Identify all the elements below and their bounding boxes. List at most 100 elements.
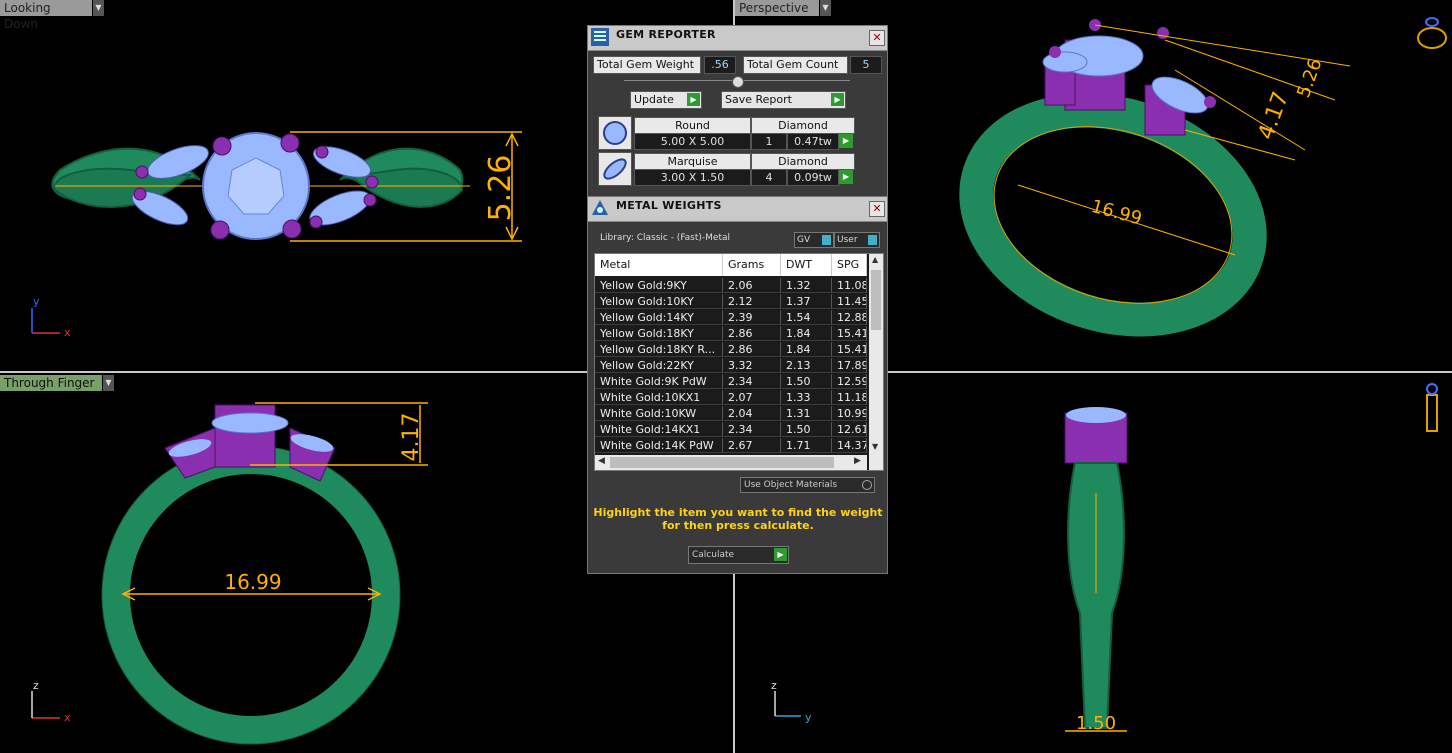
play-arrow-icon: ▶ xyxy=(831,93,844,106)
table-row[interactable]: Yellow Gold:9KY 2.06 1.32 11.08 xyxy=(595,278,867,294)
column-header-dwt[interactable]: DWT xyxy=(781,254,832,276)
metal-weights-title: METAL WEIGHTS xyxy=(616,199,722,212)
dimension-label: 5.26 xyxy=(483,155,518,222)
user-toggle-label: User xyxy=(837,235,858,245)
gem-row[interactable]: Round Diamond 5.00 X 5.00 1 0.47tw ▶ xyxy=(594,115,882,150)
column-header-grams[interactable]: Grams xyxy=(723,254,781,276)
dimension-label: 4.17 xyxy=(399,413,424,462)
scrollbar-thumb[interactable] xyxy=(871,270,881,330)
calculate-button[interactable]: Calculate ▶ xyxy=(688,546,789,564)
table-row[interactable]: Yellow Gold:18KY R... 2.86 1.84 15.41 xyxy=(595,342,867,358)
use-object-materials-label: Use Object Materials xyxy=(744,480,838,490)
ring-shank xyxy=(102,446,400,744)
update-button-label: Update xyxy=(634,93,674,106)
dimension-label: 1.50 xyxy=(1076,713,1116,734)
metal-weights-titlebar[interactable]: METAL WEIGHTS ✕ xyxy=(588,197,887,222)
table-row[interactable]: White Gold:10KX1 2.07 1.33 11.18 xyxy=(595,390,867,406)
user-toggle[interactable]: User xyxy=(834,232,880,248)
gem-weight: 0.09tw xyxy=(787,169,839,186)
table-cell-spg: 17.89 xyxy=(832,358,867,373)
gem-shape: Marquise xyxy=(634,153,751,170)
table-row[interactable]: White Gold:9K PdW 2.34 1.50 12.59 xyxy=(595,374,867,390)
play-arrow-icon[interactable]: ▶ xyxy=(839,170,853,184)
table-cell-grams: 2.86 xyxy=(723,326,781,341)
table-row[interactable]: White Gold:14K PdW 2.67 1.71 14.37 xyxy=(595,438,867,454)
table-cell-grams: 2.34 xyxy=(723,374,781,389)
update-button[interactable]: Update ▶ xyxy=(630,91,702,109)
table-cell-dwt: 1.33 xyxy=(781,390,832,405)
table-cell-dwt: 2.13 xyxy=(781,358,832,373)
table-cell-metal: White Gold:14KX1 xyxy=(595,422,723,437)
column-header-spg[interactable]: SPG xyxy=(832,254,867,276)
calculate-hint: Highlight the item you want to find the … xyxy=(588,506,888,532)
table-row[interactable]: Yellow Gold:22KY 3.32 2.13 17.89 xyxy=(595,358,867,374)
gem-reporter-titlebar[interactable]: GEM REPORTER ✕ xyxy=(588,26,887,51)
splitter-handle-icon[interactable] xyxy=(732,76,744,88)
round-center-gem xyxy=(1066,407,1126,423)
metal-table[interactable]: Metal Grams DWT SPG Yellow Gold:9KY 2.06 1… xyxy=(594,253,884,471)
dimension-label: 16.99 xyxy=(1089,196,1144,230)
scrollbar-thumb[interactable] xyxy=(610,457,834,468)
table-cell-dwt: 1.54 xyxy=(781,310,832,325)
table-row[interactable]: Yellow Gold:18KY 2.86 1.84 15.41 xyxy=(595,326,867,342)
table-cell-metal: White Gold:14K PdW xyxy=(595,438,723,453)
table-cell-grams: 2.39 xyxy=(723,310,781,325)
table-cell-dwt: 1.50 xyxy=(781,422,832,437)
gem-row[interactable]: Marquise Diamond 3.00 X 1.50 4 0.09tw ▶ xyxy=(594,151,882,186)
table-cell-grams: 3.32 xyxy=(723,358,781,373)
table-row[interactable]: Yellow Gold:10KY 2.12 1.37 11.45 xyxy=(595,294,867,310)
close-icon[interactable]: ✕ xyxy=(869,201,885,217)
scroll-right-icon[interactable]: ▶ xyxy=(854,456,861,466)
table-cell-dwt: 1.37 xyxy=(781,294,832,309)
horizontal-scrollbar[interactable]: ◀ ▶ xyxy=(595,455,867,470)
table-cell-spg: 14.37 xyxy=(832,438,867,453)
table-cell-dwt: 1.31 xyxy=(781,406,832,421)
gem-count: 1 xyxy=(751,133,787,150)
gem-size: 5.00 X 5.00 xyxy=(634,133,751,150)
calculate-hint-line-2: for then press calculate. xyxy=(662,519,814,532)
scroll-left-icon[interactable]: ◀ xyxy=(598,456,605,466)
gem-report-icon xyxy=(591,28,609,46)
table-cell-metal: Yellow Gold:9KY xyxy=(595,278,723,293)
table-cell-metal: White Gold:10KW xyxy=(595,406,723,421)
table-cell-grams: 2.34 xyxy=(723,422,781,437)
radio-indicator-icon xyxy=(862,480,872,490)
dimension-label: 16.99 xyxy=(224,570,281,594)
table-row[interactable]: Yellow Gold:14KY 2.39 1.54 12.88 xyxy=(595,310,867,326)
table-cell-grams: 2.04 xyxy=(723,406,781,421)
use-object-materials-toggle[interactable]: Use Object Materials xyxy=(740,477,875,493)
play-arrow-icon[interactable]: ▶ xyxy=(839,134,853,148)
close-icon[interactable]: ✕ xyxy=(869,30,885,46)
table-cell-spg: 11.45 xyxy=(832,294,867,309)
ring-nav-icon xyxy=(1417,17,1447,49)
vertical-scrollbar[interactable]: ▲ ▼ xyxy=(869,254,883,470)
table-cell-spg: 11.18 xyxy=(832,390,867,405)
table-cell-grams: 2.12 xyxy=(723,294,781,309)
gem-shape: Round xyxy=(634,117,751,134)
total-gem-weight-label: Total Gem Weight xyxy=(593,56,701,74)
scroll-down-icon[interactable]: ▼ xyxy=(872,442,878,451)
axis-x-label: x xyxy=(64,326,71,339)
table-cell-grams: 2.06 xyxy=(723,278,781,293)
table-cell-dwt: 1.50 xyxy=(781,374,832,389)
play-arrow-icon: ▶ xyxy=(774,548,787,561)
save-report-button[interactable]: Save Report ▶ xyxy=(721,91,846,109)
total-gem-count-value: 5 xyxy=(850,56,882,74)
table-cell-spg: 12.88 xyxy=(832,310,867,325)
table-row[interactable]: White Gold:14KX1 2.34 1.50 12.61 xyxy=(595,422,867,438)
marquise-gem xyxy=(1042,51,1088,73)
table-cell-metal: Yellow Gold:18KY xyxy=(595,326,723,341)
marquise-gem-icon xyxy=(598,152,632,186)
table-cell-grams: 2.07 xyxy=(723,390,781,405)
gv-toggle[interactable]: GV xyxy=(794,232,834,248)
table-row[interactable]: White Gold:10KW 2.04 1.31 10.99 xyxy=(595,406,867,422)
table-cell-metal: White Gold:10KX1 xyxy=(595,390,723,405)
play-arrow-icon: ▶ xyxy=(687,93,700,106)
scroll-up-icon[interactable]: ▲ xyxy=(872,255,878,264)
round-center-gem xyxy=(211,412,289,434)
table-cell-spg: 12.59 xyxy=(832,374,867,389)
column-header-metal[interactable]: Metal xyxy=(595,254,723,276)
table-cell-metal: Yellow Gold:10KY xyxy=(595,294,723,309)
save-report-button-label: Save Report xyxy=(725,93,792,106)
table-cell-metal: Yellow Gold:22KY xyxy=(595,358,723,373)
